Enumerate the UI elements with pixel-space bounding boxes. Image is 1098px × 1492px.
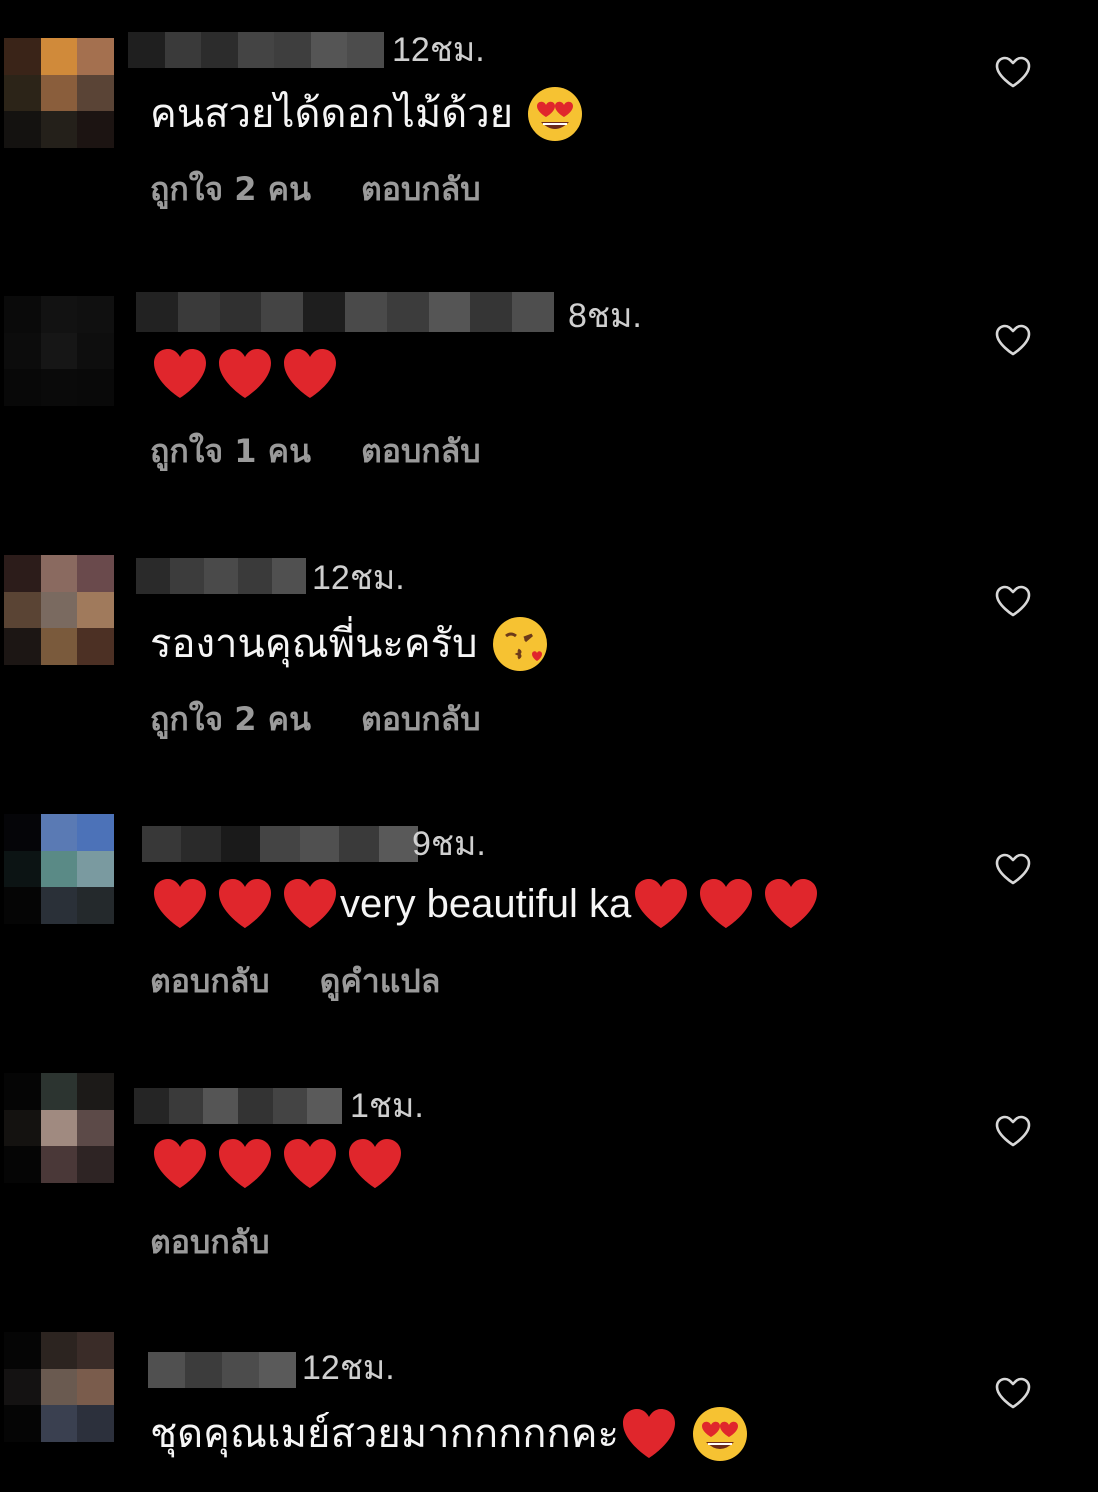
red-heart-emoji-icon bbox=[622, 1409, 675, 1458]
comment-text: รองานคุณพี่นะครับ bbox=[150, 616, 548, 672]
comment-actions: ถูกใจ 1 คน ตอบกลับ bbox=[150, 426, 481, 477]
red-heart-emoji-icon bbox=[635, 879, 688, 928]
reply-button[interactable]: ตอบกลับ bbox=[361, 426, 481, 477]
username-redacted[interactable] bbox=[142, 826, 418, 862]
comment-text bbox=[152, 1138, 412, 1190]
heart-outline-icon[interactable] bbox=[994, 55, 1032, 89]
translate-button[interactable]: ดูคำแปล bbox=[320, 956, 441, 1007]
red-heart-emoji-icon bbox=[219, 1139, 271, 1188]
avatar[interactable] bbox=[4, 296, 114, 406]
comment-timestamp: 8ชม. bbox=[568, 297, 642, 335]
heart-eyes-emoji-icon bbox=[528, 87, 583, 141]
avatar[interactable] bbox=[4, 814, 114, 924]
red-heart-emoji-icon bbox=[284, 349, 336, 398]
comment-text: very beautiful ka bbox=[152, 876, 828, 932]
red-heart-emoji-icon bbox=[284, 879, 336, 928]
comment-timestamp: 1ชม. bbox=[350, 1087, 424, 1125]
username-redacted[interactable] bbox=[136, 292, 554, 332]
comment-actions: ถูกใจ 2 คน ตอบกลับ bbox=[150, 694, 481, 745]
comment-actions: ตอบกลับ bbox=[150, 1217, 270, 1268]
red-heart-emoji-icon bbox=[219, 879, 271, 928]
comment-timestamp: 9ชม. bbox=[412, 825, 486, 863]
red-heart-emoji-icon bbox=[765, 879, 818, 928]
likes-count-button[interactable]: ถูกใจ 2 คน bbox=[150, 694, 311, 745]
comment-body: คนสวยได้ดอกไม้ด้วย bbox=[150, 91, 514, 137]
avatar[interactable] bbox=[4, 1073, 114, 1183]
heart-outline-icon[interactable] bbox=[994, 1114, 1032, 1148]
comment-timestamp: 12ชม. bbox=[302, 1349, 395, 1387]
heart-outline-icon[interactable] bbox=[994, 852, 1032, 886]
likes-count-button[interactable]: ถูกใจ 2 คน bbox=[150, 164, 311, 215]
reply-button[interactable]: ตอบกลับ bbox=[361, 164, 481, 215]
red-heart-emoji-icon bbox=[154, 349, 206, 398]
comment-text bbox=[152, 348, 347, 400]
heart-outline-icon[interactable] bbox=[994, 584, 1032, 618]
comment-text: คนสวยได้ดอกไม้ด้วย bbox=[150, 86, 583, 142]
red-heart-emoji-icon bbox=[349, 1139, 401, 1188]
avatar[interactable] bbox=[4, 1332, 114, 1442]
reply-button[interactable]: ตอบกลับ bbox=[361, 694, 481, 745]
reply-button[interactable]: ตอบกลับ bbox=[150, 956, 270, 1007]
comment-timestamp: 12ชม. bbox=[392, 31, 485, 69]
username-redacted[interactable] bbox=[128, 32, 385, 68]
likes-count-button[interactable]: ถูกใจ 1 คน bbox=[150, 426, 311, 477]
comment-actions: ถูกใจ 2 คน ตอบกลับ bbox=[150, 164, 481, 215]
red-heart-emoji-icon bbox=[700, 879, 753, 928]
username-redacted[interactable] bbox=[134, 1088, 343, 1124]
red-heart-emoji-icon bbox=[154, 879, 206, 928]
red-heart-emoji-icon bbox=[284, 1139, 336, 1188]
comment-text: ชุดคุณเมย์สวยมากกกกกคะ bbox=[150, 1406, 748, 1462]
comment-body: ชุดคุณเมย์สวยมากกกกกคะ bbox=[150, 1411, 619, 1457]
comment-body: รองานคุณพี่นะครับ bbox=[150, 621, 478, 667]
username-redacted[interactable] bbox=[136, 558, 306, 594]
avatar[interactable] bbox=[4, 38, 114, 148]
comment-actions: ตอบกลับ ดูคำแปล bbox=[150, 956, 440, 1007]
avatar[interactable] bbox=[4, 555, 114, 665]
reply-button[interactable]: ตอบกลับ bbox=[150, 1217, 270, 1268]
username-redacted[interactable] bbox=[148, 1352, 296, 1388]
comment-body: very beautiful ka bbox=[340, 882, 632, 926]
red-heart-emoji-icon bbox=[154, 1139, 206, 1188]
heart-outline-icon[interactable] bbox=[994, 323, 1032, 357]
heart-eyes-emoji-icon bbox=[692, 1407, 747, 1461]
red-heart-emoji-icon bbox=[219, 349, 271, 398]
comment-timestamp: 12ชม. bbox=[312, 559, 405, 597]
face-blowing-kiss-emoji-icon bbox=[492, 617, 547, 671]
heart-outline-icon[interactable] bbox=[994, 1376, 1032, 1410]
